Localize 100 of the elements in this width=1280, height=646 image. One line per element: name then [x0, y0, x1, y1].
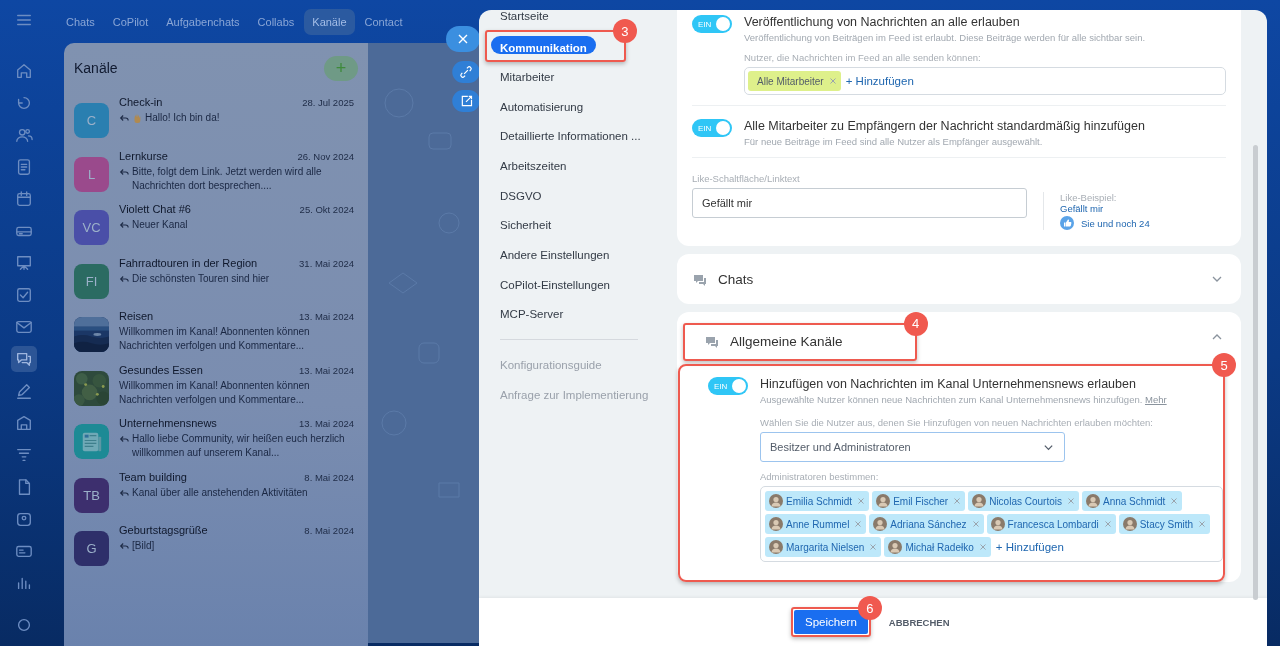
avatar-icon	[873, 517, 888, 531]
avatar-icon	[990, 517, 1005, 531]
chat-icon[interactable]	[11, 346, 37, 372]
chat-bubbles-icon	[693, 272, 707, 286]
remove-icon[interactable]	[828, 77, 837, 85]
remove-icon[interactable]	[857, 497, 866, 505]
settings-menu-item[interactable]: Detaillierte Informationen ...	[491, 121, 668, 152]
settings-menu-item[interactable]: CoPilot-Einstellungen	[491, 269, 668, 300]
channel-name: Lernkurse	[119, 149, 168, 162]
channel-name: Team building	[119, 470, 187, 483]
settings-menu-item[interactable]: MCP-Server	[491, 299, 668, 330]
avatar-icon	[769, 517, 783, 531]
remove-icon[interactable]	[1170, 497, 1179, 505]
section-title: Allgemeine Kanäle	[730, 334, 843, 349]
add-link[interactable]: + Hinzufügen	[843, 75, 916, 87]
funnel-icon[interactable]	[15, 446, 33, 464]
user-tag[interactable]: Emil Fischer	[872, 491, 966, 511]
field-label: Wählen Sie die Nutzer aus, denen Sie Hinzufügen von neuen Nachrichten erlauben möchten:	[760, 417, 1154, 428]
section-title: Chats	[718, 271, 754, 287]
nav-tab[interactable]: CoPilot	[104, 8, 157, 35]
message-preview: Willkommen im Kanal! Abonnenten können Nachrichten verfolgen und Kommentare...	[119, 378, 311, 407]
user-tag[interactable]: Michał Radełko	[884, 537, 991, 557]
close-icon[interactable]	[446, 26, 480, 52]
settings-menu-item[interactable]: Sicherheit	[491, 210, 668, 241]
field-label: Like-Schaltfläche/Linktext	[692, 173, 801, 184]
settings-menu-item[interactable]: Automatisierung	[491, 91, 668, 122]
remove-icon[interactable]	[1198, 520, 1207, 528]
setting-description: Veröffentlichung von Beiträgen im Feed ist erlaubt. Diese Beiträge werden für alle sichtbar sein.	[744, 32, 1147, 43]
settings-menu-item[interactable]: Startseite	[491, 10, 668, 22]
avatar-icon	[1122, 517, 1137, 531]
settings-menu-item[interactable]: DSGVO	[491, 180, 668, 211]
pen-icon[interactable]	[15, 382, 33, 400]
settings-menu-item[interactable]: Anfrage zur Implementierung	[491, 379, 668, 410]
remove-icon[interactable]	[869, 543, 878, 551]
setting-title: Hinzufügen von Nachrichten im Kanal Unternehmensnews erlauben	[760, 376, 1137, 392]
people-icon[interactable]	[15, 126, 33, 144]
nav-tab[interactable]: Collabs	[249, 8, 303, 35]
settings-menu-item[interactable]: Andere Einstellungen	[491, 240, 668, 270]
document-icon[interactable]	[15, 158, 33, 176]
user-tag[interactable]: Alle Mitarbeiter	[748, 71, 841, 91]
text-field[interactable]: Gefällt mir	[692, 188, 1027, 218]
settings-menu-item[interactable]: Arbeitszeiten	[491, 151, 668, 181]
user-tag[interactable]: Anne Rummel	[765, 514, 867, 534]
nav-tab[interactable]: Aufgabenchats	[158, 8, 248, 35]
tag-field[interactable]: Emilia Schmidt Emil Fischer Nicolas Courtois Anna Schmidt Anne Rummel Adriana Sánchez Francesca Lombardi Stacy Smith Margarita Nielsen Michał Radełko + Hinzufügen	[760, 486, 1223, 562]
channel-name: Gesundes Essen	[119, 363, 203, 376]
message-preview: Neuer Kanal	[132, 218, 188, 232]
setting-title: Alle Mitarbeiter zu Empfängern der Nachricht standardmäßig hinzufügen	[744, 118, 1146, 134]
nav-tab[interactable]: Kanäle	[304, 8, 355, 35]
channel-date: 28. Jul 2025	[302, 97, 354, 108]
user-tag[interactable]: Margarita Nielsen	[765, 537, 882, 557]
cancel-button[interactable]: ABBRECHEN	[888, 616, 950, 628]
settings-menu-item[interactable]: Kommunikation	[491, 36, 596, 54]
channel-date: 8. Mai 2024	[304, 525, 354, 536]
nav-tab[interactable]: Contact	[356, 8, 411, 35]
like-count[interactable]: Sie und noch 24	[1081, 217, 1150, 229]
channel-name: Unternehmensnews	[119, 417, 217, 429]
calendar-icon[interactable]	[15, 190, 33, 208]
remove-icon[interactable]	[1066, 497, 1075, 505]
thumbs-up-icon	[1060, 216, 1074, 230]
panel-title: Kanäle	[74, 60, 118, 76]
loop-icon[interactable]	[15, 94, 33, 112]
tag-field[interactable]: Alle Mitarbeiter + Hinzufügen	[744, 67, 1226, 95]
like-link[interactable]: Gefällt mir	[1060, 203, 1150, 214]
presentation-icon[interactable]	[15, 254, 33, 272]
checkbox-icon[interactable]	[15, 286, 33, 304]
avatar-icon	[769, 494, 783, 508]
channel-date: 25. Okt 2024	[299, 204, 354, 215]
user-tag[interactable]: Anna Schmidt	[1081, 491, 1183, 511]
remove-icon[interactable]	[971, 520, 980, 528]
dropdown[interactable]: Besitzer und Administratoren	[760, 432, 1065, 462]
save-button[interactable]: Speichern	[794, 610, 868, 634]
nav-tab[interactable]: Chats	[58, 8, 103, 35]
avatar-icon	[1085, 494, 1100, 508]
message-preview: Hallo liebe Community, wir heißen euch herzlich willkommen auf unserem Kanal...	[132, 432, 346, 460]
remove-icon[interactable]	[854, 520, 863, 528]
remove-icon[interactable]	[978, 543, 987, 551]
channel-date: 13. Mai 2024	[299, 418, 354, 429]
channel-date: 31. Mai 2024	[299, 257, 354, 269]
mail-icon[interactable]	[15, 318, 33, 336]
scrollbar-thumb[interactable]	[1253, 145, 1258, 600]
settings-menu-item[interactable]: Mitarbeiter	[491, 62, 668, 92]
user-tag[interactable]: Francesca Lombardi	[986, 514, 1116, 534]
user-tag[interactable]: Adriana Sánchez	[869, 514, 984, 534]
more-link[interactable]: Mehr	[1145, 394, 1167, 405]
circle-icon[interactable]	[15, 616, 33, 634]
remove-icon[interactable]	[953, 497, 962, 505]
user-tag[interactable]: Emilia Schmidt	[765, 491, 870, 511]
avatar: G	[74, 531, 109, 566]
chat-bubbles-icon	[705, 335, 719, 348]
user-tag[interactable]: Stacy Smith	[1118, 514, 1211, 534]
home-icon[interactable]	[15, 62, 33, 80]
add-link[interactable]: + Hinzufügen	[993, 541, 1066, 553]
avatar: L	[74, 156, 109, 192]
message-preview: Kanal über alle anstehenden Aktivitäten	[132, 485, 308, 500]
channel-name: Check-in	[119, 96, 163, 108]
field-label: Administratoren bestimmen:	[760, 471, 880, 482]
remove-icon[interactable]	[1103, 520, 1112, 528]
user-tag[interactable]: Nicolas Courtois	[968, 491, 1079, 511]
avatar-icon	[769, 540, 783, 554]
